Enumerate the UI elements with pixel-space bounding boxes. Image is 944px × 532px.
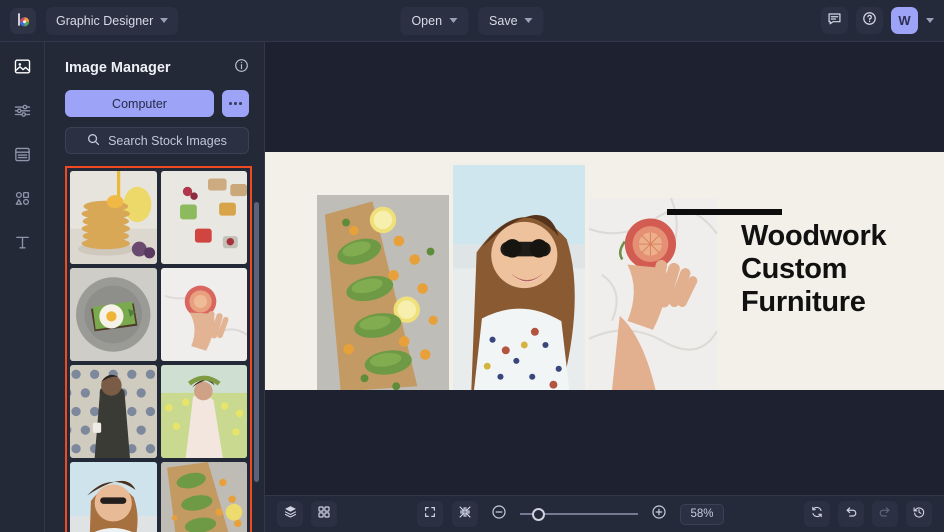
bottom-toolbar: 58% bbox=[265, 495, 944, 532]
chevron-down-icon bbox=[449, 18, 458, 23]
top-bar: Graphic Designer Open Save W bbox=[0, 0, 944, 42]
info-circle-icon[interactable] bbox=[234, 58, 249, 78]
list-item[interactable] bbox=[160, 268, 247, 361]
shapes-icon bbox=[13, 189, 32, 213]
zoom-out-button[interactable] bbox=[487, 502, 511, 526]
canvas-stage[interactable]: Woodwork Custom Furniture bbox=[265, 42, 944, 495]
list-item[interactable] bbox=[70, 365, 157, 458]
zoom-slider-handle[interactable] bbox=[532, 507, 546, 521]
fit-to-screen-button[interactable] bbox=[417, 501, 444, 527]
undo-button[interactable] bbox=[838, 501, 864, 527]
more-sources-button[interactable] bbox=[222, 90, 249, 117]
list-item[interactable] bbox=[160, 365, 247, 458]
top-bar-center-menus: Open Save bbox=[400, 6, 544, 35]
computer-source-button[interactable]: Computer bbox=[65, 90, 214, 117]
image-icon bbox=[13, 57, 32, 81]
chevron-down-icon bbox=[524, 18, 533, 23]
search-stock-images-input[interactable]: Search Stock Images bbox=[65, 127, 249, 154]
canvas-image-woman-sunglasses[interactable] bbox=[453, 165, 585, 390]
help-circle-icon bbox=[862, 11, 877, 31]
main-body: Image Manager Computer Search Stock Imag… bbox=[0, 42, 944, 532]
list-item[interactable] bbox=[70, 462, 157, 532]
comments-button[interactable] bbox=[821, 7, 848, 34]
zoom-level-badge[interactable]: 58% bbox=[680, 503, 724, 525]
reset-button[interactable] bbox=[804, 501, 830, 527]
canvas-area: Woodwork Custom Furniture 58% bbox=[265, 42, 944, 532]
list-item[interactable] bbox=[160, 462, 247, 532]
page-title: Image Manager bbox=[65, 60, 171, 76]
layers-button[interactable] bbox=[277, 501, 303, 527]
list-item[interactable] bbox=[70, 268, 157, 361]
color-wheel-logo-icon bbox=[15, 12, 32, 29]
save-menu-label: Save bbox=[489, 13, 518, 28]
ellipsis-icon bbox=[239, 102, 242, 105]
rail-item-adjustments[interactable] bbox=[9, 100, 35, 126]
rail-item-text[interactable] bbox=[9, 232, 35, 258]
thumbnail-grid-wrap bbox=[65, 166, 252, 532]
redo-icon bbox=[878, 505, 892, 524]
text-icon bbox=[13, 233, 32, 257]
collapse-view-button[interactable] bbox=[452, 501, 479, 527]
expand-frame-icon bbox=[423, 505, 437, 524]
title-rule-divider bbox=[667, 209, 782, 215]
layers-icon bbox=[283, 504, 298, 524]
history-icon bbox=[912, 505, 926, 524]
panel-header: Image Manager bbox=[45, 42, 264, 78]
ellipsis-icon bbox=[234, 102, 237, 105]
artboard-heading[interactable]: Woodwork Custom Furniture bbox=[741, 220, 944, 318]
help-button[interactable] bbox=[856, 7, 883, 34]
open-menu-label: Open bbox=[411, 13, 443, 28]
save-menu-button[interactable]: Save bbox=[478, 6, 544, 35]
open-menu-button[interactable]: Open bbox=[400, 6, 469, 35]
redo-button[interactable] bbox=[872, 501, 898, 527]
list-item[interactable] bbox=[70, 171, 157, 264]
history-actions bbox=[804, 501, 932, 527]
document-name-dropdown[interactable]: Graphic Designer bbox=[46, 6, 179, 35]
zoom-in-icon bbox=[651, 504, 667, 525]
history-button[interactable] bbox=[906, 501, 932, 527]
panel-source-actions: Computer bbox=[45, 78, 264, 117]
rail-item-elements[interactable] bbox=[9, 188, 35, 214]
avatar-initial: W bbox=[898, 13, 911, 28]
rail-item-templates[interactable] bbox=[9, 144, 35, 170]
app-window: Graphic Designer Open Save W Image Manag… bbox=[0, 0, 944, 532]
search-row: Search Stock Images bbox=[45, 117, 264, 154]
ellipsis-icon bbox=[229, 102, 232, 105]
app-logo-button[interactable] bbox=[10, 7, 36, 34]
account-chevron-down-icon[interactable] bbox=[926, 18, 934, 23]
user-avatar[interactable]: W bbox=[891, 7, 918, 34]
heading-line: Furniture bbox=[741, 285, 866, 318]
chevron-down-icon bbox=[160, 18, 169, 23]
rail-item-images[interactable] bbox=[9, 56, 35, 82]
search-icon bbox=[87, 133, 100, 149]
heading-line: Woodwork bbox=[741, 220, 887, 252]
zoom-in-button[interactable] bbox=[647, 502, 671, 526]
canvas-image-grapefruit-drink[interactable] bbox=[589, 198, 717, 390]
panel-scrollbar[interactable] bbox=[254, 202, 259, 482]
zoom-slider[interactable] bbox=[520, 507, 639, 521]
top-bar-right-actions: W bbox=[821, 7, 934, 34]
grid-view-button[interactable] bbox=[311, 501, 337, 527]
heading-line: Custom bbox=[741, 252, 848, 285]
search-input-text: Search Stock Images bbox=[108, 133, 227, 148]
thumbnail-grid[interactable] bbox=[65, 166, 252, 532]
comment-icon bbox=[827, 11, 842, 31]
list-item[interactable] bbox=[160, 171, 247, 264]
sync-icon bbox=[810, 505, 824, 524]
zoom-out-icon bbox=[491, 504, 507, 525]
undo-icon bbox=[844, 505, 858, 524]
image-manager-panel: Image Manager Computer Search Stock Imag… bbox=[45, 42, 265, 532]
artboard-content: Woodwork Custom Furniture bbox=[265, 152, 944, 390]
document-name-label: Graphic Designer bbox=[56, 13, 154, 28]
tool-rail bbox=[0, 42, 45, 532]
collapse-arrows-icon bbox=[458, 505, 472, 524]
zoom-controls: 58% bbox=[417, 501, 724, 527]
canvas-image-avocado-toasts[interactable] bbox=[317, 195, 449, 390]
artboard[interactable]: Woodwork Custom Furniture bbox=[265, 152, 944, 390]
sliders-icon bbox=[13, 101, 32, 125]
grid-icon bbox=[317, 505, 331, 524]
layout-icon bbox=[13, 145, 32, 169]
